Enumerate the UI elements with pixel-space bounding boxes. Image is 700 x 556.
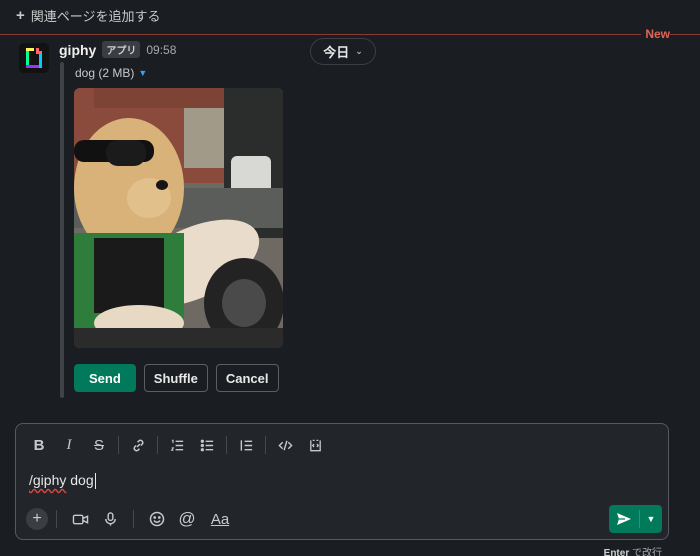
new-messages-label: New (641, 27, 670, 41)
chevron-down-icon[interactable]: ▼ (640, 505, 662, 533)
chat-view: + 関連ページを追加する New 今日 ⌄ giphy アプリ 09:58 do… (0, 0, 700, 556)
send-button-group: ▼ (609, 505, 662, 533)
plus-icon: + (16, 7, 25, 24)
add-related-page-link[interactable]: + 関連ページを追加する (16, 6, 161, 25)
ordered-list-icon[interactable] (162, 434, 192, 456)
cancel-button[interactable]: Cancel (215, 364, 279, 392)
toolbar-separator (118, 436, 119, 454)
new-messages-divider (0, 34, 700, 35)
code-block-icon[interactable] (300, 434, 330, 456)
bulleted-list-icon[interactable] (192, 434, 222, 456)
newline-hint: Enter で改行 (604, 544, 662, 556)
app-badge: アプリ (102, 41, 141, 58)
plus-icon[interactable]: + (26, 508, 48, 530)
link-icon[interactable] (123, 434, 153, 456)
add-related-label: 関連ページを追加する (30, 9, 161, 24)
italic-icon[interactable]: I (54, 434, 84, 456)
blockquote-icon[interactable] (231, 434, 261, 456)
toolbar-separator (157, 436, 158, 454)
gif-preview-image[interactable] (74, 88, 283, 348)
toolbar-separator (226, 436, 227, 454)
microphone-icon[interactable] (95, 508, 125, 530)
message-header: giphy アプリ 09:58 (59, 41, 176, 58)
text-format-icon[interactable]: Aa (202, 508, 238, 530)
file-name: dog (2 MB) (75, 66, 135, 80)
command-argument: dog (70, 472, 94, 488)
chevron-down-icon: ⌄ (355, 46, 363, 56)
giphy-actions: Send Shuffle Cancel (74, 364, 279, 392)
send-gif-button[interactable]: Send (74, 364, 136, 392)
hint-key: Enter (603, 548, 630, 556)
date-divider-button[interactable]: 今日 ⌄ (310, 38, 376, 65)
giphy-logo-icon (19, 43, 49, 73)
strikethrough-icon[interactable]: S (84, 434, 114, 456)
video-icon[interactable] (65, 508, 95, 530)
text-cursor (94, 473, 96, 490)
file-info[interactable]: dog (2 MB) ▼ (75, 66, 147, 80)
sender-name[interactable]: giphy (59, 42, 96, 58)
toolbar-separator (56, 510, 57, 528)
caret-down-icon: ▼ (138, 68, 148, 78)
message-input[interactable]: /giphy dog (29, 472, 96, 490)
send-icon (617, 513, 631, 525)
bold-icon[interactable]: B (24, 434, 54, 456)
date-label: 今日 (323, 45, 350, 60)
shuffle-button[interactable]: Shuffle (143, 364, 208, 392)
dog-driving-image (74, 88, 283, 348)
hint-text: で改行 (632, 548, 662, 556)
send-button[interactable] (609, 505, 639, 533)
emoji-icon[interactable] (142, 508, 172, 530)
formatting-toolbar: B I S (24, 434, 330, 456)
message-time[interactable]: 09:58 (146, 43, 176, 57)
attachment-quote-bar (60, 62, 64, 398)
composer-bottom-toolbar: + @ Aa (26, 508, 238, 530)
code-icon[interactable] (270, 434, 300, 456)
slash-command: /giphy (29, 472, 67, 488)
giphy-avatar[interactable] (19, 43, 49, 73)
mention-icon[interactable]: @ (172, 508, 202, 530)
toolbar-separator (133, 510, 134, 528)
toolbar-separator (265, 436, 266, 454)
message-composer[interactable]: B I S /giphy dog + @ Aa ▼ (15, 423, 669, 540)
